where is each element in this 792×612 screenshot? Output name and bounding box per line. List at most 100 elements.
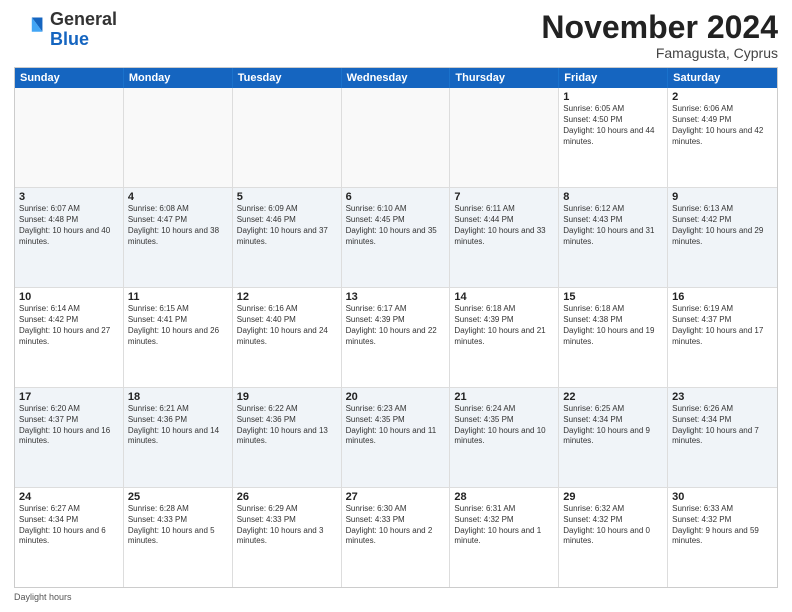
day-number: 20 <box>346 391 446 403</box>
day-number: 7 <box>454 191 554 203</box>
calendar-week-5: 24Sunrise: 6:27 AM Sunset: 4:34 PM Dayli… <box>15 488 777 587</box>
day-info: Sunrise: 6:30 AM Sunset: 4:33 PM Dayligh… <box>346 504 446 547</box>
month-title: November 2024 <box>541 10 778 45</box>
day-info: Sunrise: 6:10 AM Sunset: 4:45 PM Dayligh… <box>346 204 446 247</box>
day-number: 9 <box>672 191 773 203</box>
logo-blue: Blue <box>50 30 117 50</box>
calendar-day-26: 26Sunrise: 6:29 AM Sunset: 4:33 PM Dayli… <box>233 488 342 587</box>
calendar-day-27: 27Sunrise: 6:30 AM Sunset: 4:33 PM Dayli… <box>342 488 451 587</box>
calendar-header-thursday: Thursday <box>450 68 559 88</box>
day-number: 10 <box>19 291 119 303</box>
day-info: Sunrise: 6:06 AM Sunset: 4:49 PM Dayligh… <box>672 104 773 147</box>
footer: Daylight hours <box>14 592 778 602</box>
day-info: Sunrise: 6:32 AM Sunset: 4:32 PM Dayligh… <box>563 504 663 547</box>
day-info: Sunrise: 6:33 AM Sunset: 4:32 PM Dayligh… <box>672 504 773 547</box>
calendar-day-14: 14Sunrise: 6:18 AM Sunset: 4:39 PM Dayli… <box>450 288 559 387</box>
calendar-week-1: 1Sunrise: 6:05 AM Sunset: 4:50 PM Daylig… <box>15 88 777 188</box>
calendar-empty-cell <box>450 88 559 187</box>
title-block: November 2024 Famagusta, Cyprus <box>541 10 778 61</box>
day-number: 25 <box>128 491 228 503</box>
calendar-body: 1Sunrise: 6:05 AM Sunset: 4:50 PM Daylig… <box>15 88 777 587</box>
day-number: 28 <box>454 491 554 503</box>
calendar-day-7: 7Sunrise: 6:11 AM Sunset: 4:44 PM Daylig… <box>450 188 559 287</box>
day-number: 13 <box>346 291 446 303</box>
header: General Blue November 2024 Famagusta, Cy… <box>14 10 778 61</box>
page: General Blue November 2024 Famagusta, Cy… <box>0 0 792 612</box>
calendar: SundayMondayTuesdayWednesdayThursdayFrid… <box>14 67 778 588</box>
calendar-day-11: 11Sunrise: 6:15 AM Sunset: 4:41 PM Dayli… <box>124 288 233 387</box>
day-number: 8 <box>563 191 663 203</box>
day-info: Sunrise: 6:20 AM Sunset: 4:37 PM Dayligh… <box>19 404 119 447</box>
day-info: Sunrise: 6:26 AM Sunset: 4:34 PM Dayligh… <box>672 404 773 447</box>
day-number: 1 <box>563 91 663 103</box>
day-number: 15 <box>563 291 663 303</box>
calendar-empty-cell <box>124 88 233 187</box>
calendar-header-saturday: Saturday <box>668 68 777 88</box>
day-number: 18 <box>128 391 228 403</box>
footer-text: Daylight hours <box>14 592 72 602</box>
day-info: Sunrise: 6:16 AM Sunset: 4:40 PM Dayligh… <box>237 304 337 347</box>
logo-text: General Blue <box>50 10 117 50</box>
day-number: 12 <box>237 291 337 303</box>
calendar-day-30: 30Sunrise: 6:33 AM Sunset: 4:32 PM Dayli… <box>668 488 777 587</box>
calendar-day-6: 6Sunrise: 6:10 AM Sunset: 4:45 PM Daylig… <box>342 188 451 287</box>
day-number: 5 <box>237 191 337 203</box>
day-info: Sunrise: 6:27 AM Sunset: 4:34 PM Dayligh… <box>19 504 119 547</box>
day-info: Sunrise: 6:09 AM Sunset: 4:46 PM Dayligh… <box>237 204 337 247</box>
day-number: 2 <box>672 91 773 103</box>
day-number: 27 <box>346 491 446 503</box>
day-info: Sunrise: 6:15 AM Sunset: 4:41 PM Dayligh… <box>128 304 228 347</box>
calendar-day-12: 12Sunrise: 6:16 AM Sunset: 4:40 PM Dayli… <box>233 288 342 387</box>
calendar-day-28: 28Sunrise: 6:31 AM Sunset: 4:32 PM Dayli… <box>450 488 559 587</box>
calendar-empty-cell <box>342 88 451 187</box>
calendar-day-8: 8Sunrise: 6:12 AM Sunset: 4:43 PM Daylig… <box>559 188 668 287</box>
day-number: 23 <box>672 391 773 403</box>
calendar-day-25: 25Sunrise: 6:28 AM Sunset: 4:33 PM Dayli… <box>124 488 233 587</box>
day-info: Sunrise: 6:28 AM Sunset: 4:33 PM Dayligh… <box>128 504 228 547</box>
calendar-header-sunday: Sunday <box>15 68 124 88</box>
day-info: Sunrise: 6:18 AM Sunset: 4:39 PM Dayligh… <box>454 304 554 347</box>
calendar-day-24: 24Sunrise: 6:27 AM Sunset: 4:34 PM Dayli… <box>15 488 124 587</box>
day-number: 30 <box>672 491 773 503</box>
calendar-day-18: 18Sunrise: 6:21 AM Sunset: 4:36 PM Dayli… <box>124 388 233 487</box>
day-number: 26 <box>237 491 337 503</box>
calendar-day-9: 9Sunrise: 6:13 AM Sunset: 4:42 PM Daylig… <box>668 188 777 287</box>
calendar-day-17: 17Sunrise: 6:20 AM Sunset: 4:37 PM Dayli… <box>15 388 124 487</box>
day-info: Sunrise: 6:08 AM Sunset: 4:47 PM Dayligh… <box>128 204 228 247</box>
calendar-day-20: 20Sunrise: 6:23 AM Sunset: 4:35 PM Dayli… <box>342 388 451 487</box>
day-info: Sunrise: 6:21 AM Sunset: 4:36 PM Dayligh… <box>128 404 228 447</box>
day-number: 24 <box>19 491 119 503</box>
calendar-header-friday: Friday <box>559 68 668 88</box>
day-info: Sunrise: 6:12 AM Sunset: 4:43 PM Dayligh… <box>563 204 663 247</box>
calendar-day-15: 15Sunrise: 6:18 AM Sunset: 4:38 PM Dayli… <box>559 288 668 387</box>
day-number: 21 <box>454 391 554 403</box>
calendar-day-3: 3Sunrise: 6:07 AM Sunset: 4:48 PM Daylig… <box>15 188 124 287</box>
calendar-day-13: 13Sunrise: 6:17 AM Sunset: 4:39 PM Dayli… <box>342 288 451 387</box>
day-info: Sunrise: 6:23 AM Sunset: 4:35 PM Dayligh… <box>346 404 446 447</box>
day-number: 4 <box>128 191 228 203</box>
day-info: Sunrise: 6:13 AM Sunset: 4:42 PM Dayligh… <box>672 204 773 247</box>
calendar-header-wednesday: Wednesday <box>342 68 451 88</box>
day-info: Sunrise: 6:18 AM Sunset: 4:38 PM Dayligh… <box>563 304 663 347</box>
calendar-day-16: 16Sunrise: 6:19 AM Sunset: 4:37 PM Dayli… <box>668 288 777 387</box>
calendar-day-2: 2Sunrise: 6:06 AM Sunset: 4:49 PM Daylig… <box>668 88 777 187</box>
day-number: 16 <box>672 291 773 303</box>
calendar-header-tuesday: Tuesday <box>233 68 342 88</box>
calendar-day-23: 23Sunrise: 6:26 AM Sunset: 4:34 PM Dayli… <box>668 388 777 487</box>
day-number: 14 <box>454 291 554 303</box>
day-info: Sunrise: 6:25 AM Sunset: 4:34 PM Dayligh… <box>563 404 663 447</box>
day-number: 6 <box>346 191 446 203</box>
calendar-header-monday: Monday <box>124 68 233 88</box>
calendar-day-21: 21Sunrise: 6:24 AM Sunset: 4:35 PM Dayli… <box>450 388 559 487</box>
logo-icon <box>14 14 46 46</box>
day-number: 3 <box>19 191 119 203</box>
logo-general: General <box>50 10 117 30</box>
calendar-day-1: 1Sunrise: 6:05 AM Sunset: 4:50 PM Daylig… <box>559 88 668 187</box>
day-info: Sunrise: 6:29 AM Sunset: 4:33 PM Dayligh… <box>237 504 337 547</box>
calendar-empty-cell <box>15 88 124 187</box>
calendar-empty-cell <box>233 88 342 187</box>
day-info: Sunrise: 6:17 AM Sunset: 4:39 PM Dayligh… <box>346 304 446 347</box>
calendar-day-19: 19Sunrise: 6:22 AM Sunset: 4:36 PM Dayli… <box>233 388 342 487</box>
calendar-day-22: 22Sunrise: 6:25 AM Sunset: 4:34 PM Dayli… <box>559 388 668 487</box>
calendar-day-4: 4Sunrise: 6:08 AM Sunset: 4:47 PM Daylig… <box>124 188 233 287</box>
